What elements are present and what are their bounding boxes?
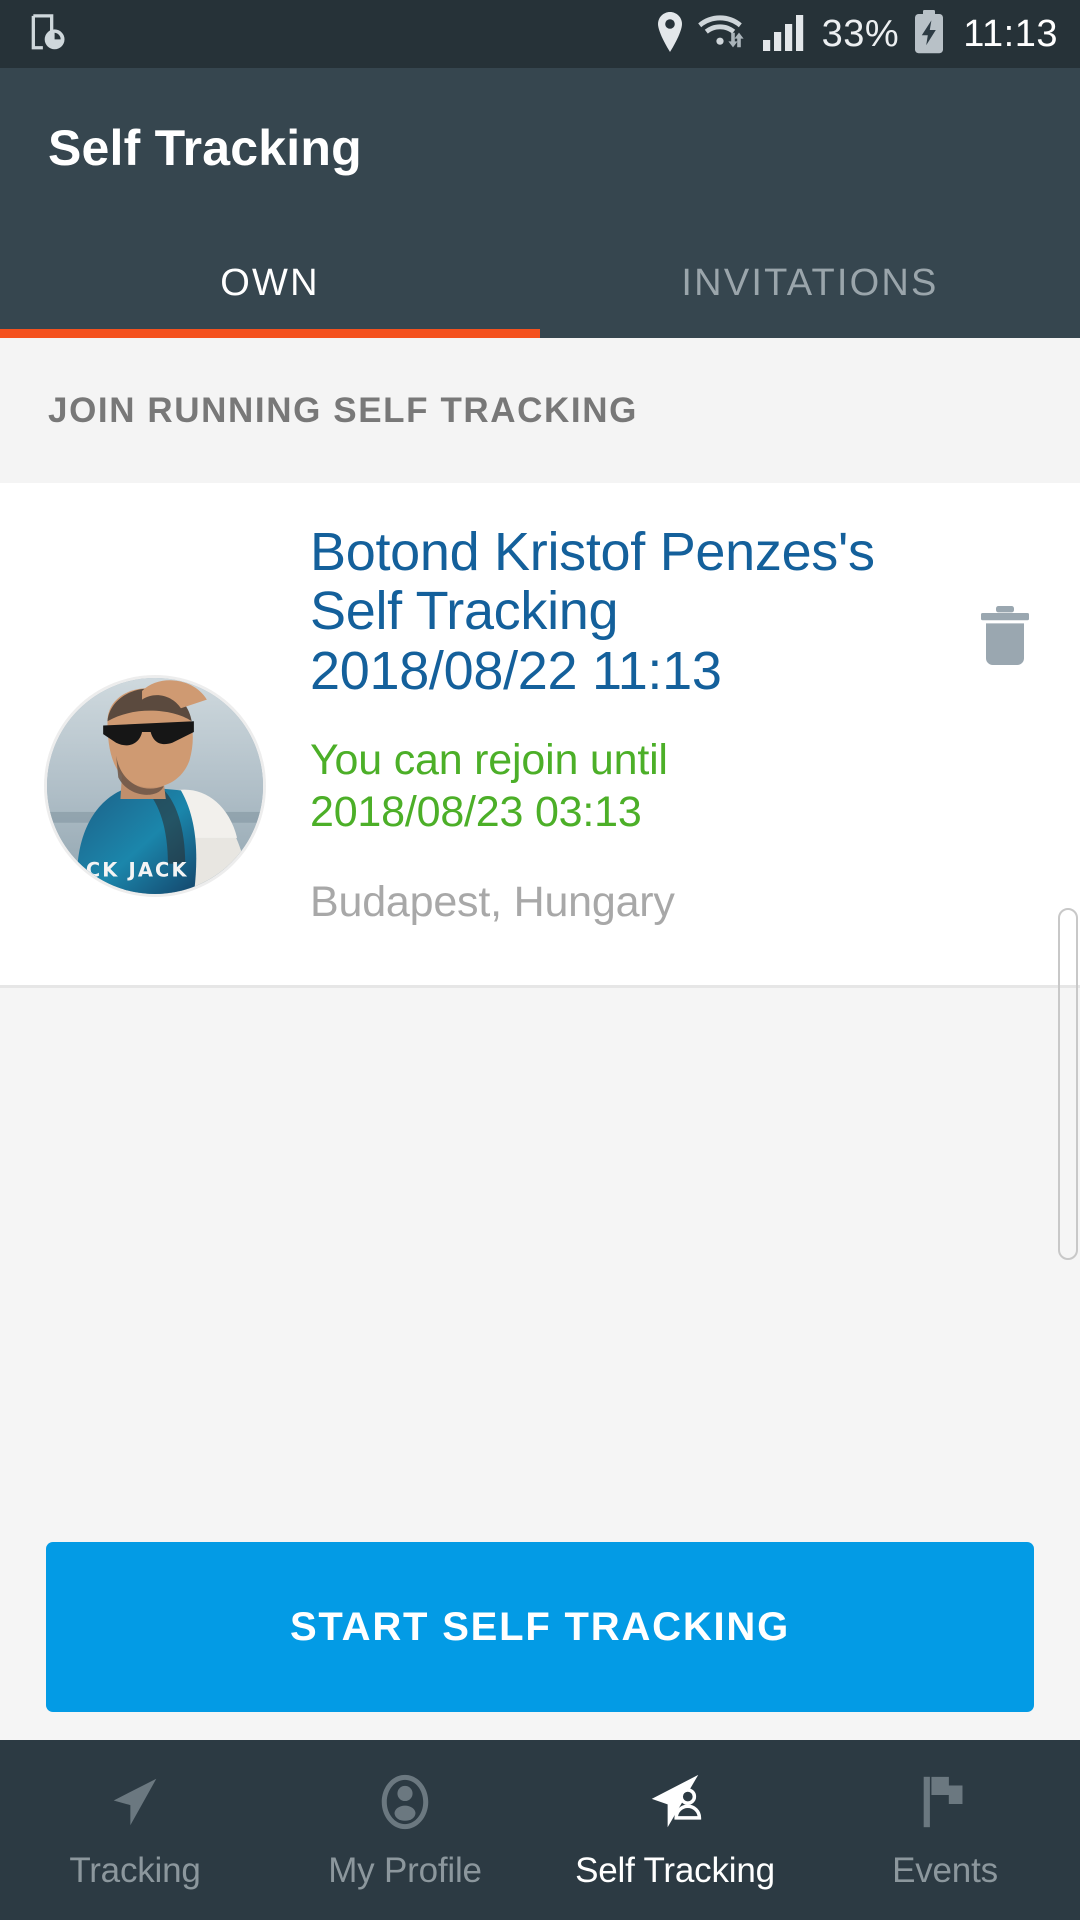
delete-column: [930, 523, 1080, 927]
tab-invitations[interactable]: INVITATIONS: [540, 228, 1080, 338]
status-bar-left: [26, 9, 70, 60]
tab-bar: OWN INVITATIONS: [0, 228, 1080, 338]
nav-item-events[interactable]: Events: [810, 1769, 1080, 1891]
tab-indicator: [0, 329, 540, 338]
nav-item-self-tracking[interactable]: Self Tracking: [540, 1769, 810, 1891]
nav-item-tracking[interactable]: Tracking: [0, 1769, 270, 1891]
nav-label-my-profile: My Profile: [328, 1851, 482, 1890]
start-self-tracking-button[interactable]: START SELF TRACKING: [46, 1542, 1034, 1712]
nav-label-self-tracking: Self Tracking: [575, 1851, 775, 1890]
device-clock-icon: [26, 9, 70, 60]
nav-label-events: Events: [892, 1851, 998, 1890]
flag-icon: [912, 1769, 978, 1835]
app-bar: Self Tracking OWN INVITATIONS: [0, 68, 1080, 338]
navigation-arrow-icon: [102, 1769, 168, 1835]
rejoin-notice: You can rejoin until 2018/08/23 03:13: [310, 736, 668, 836]
self-tracking-list-item[interactable]: CK JACK Botond Kristof Penzes's Self Tra…: [0, 483, 1080, 989]
bottom-navigation: Tracking My Profile Self Tracking Events: [0, 1740, 1080, 1920]
status-bar-clock: 11:13: [963, 12, 1058, 55]
avatar: CK JACK: [44, 675, 266, 897]
section-header: JOIN RUNNING SELF TRACKING: [0, 338, 1080, 483]
svg-text:CK JACK: CK JACK: [86, 859, 189, 882]
avatar-column: CK JACK: [0, 523, 310, 927]
person-icon: [372, 1769, 438, 1835]
content-area: CK JACK Botond Kristof Penzes's Self Tra…: [0, 483, 1080, 1740]
location-pin-icon: [656, 11, 684, 57]
battery-percent-label: 33%: [821, 12, 900, 55]
tab-own[interactable]: OWN: [0, 228, 540, 338]
trash-icon[interactable]: [978, 605, 1032, 667]
scrollbar-thumb[interactable]: [1058, 908, 1078, 1260]
card-body: Botond Kristof Penzes's Self Tracking 20…: [310, 522, 930, 927]
status-bar: 33% 11:13: [0, 0, 1080, 68]
section-header-label: JOIN RUNNING SELF TRACKING: [48, 390, 638, 430]
nav-item-my-profile[interactable]: My Profile: [270, 1769, 540, 1891]
location-label: Budapest, Hungary: [310, 878, 675, 927]
page-title: Self Tracking: [48, 120, 362, 176]
app-root: 33% 11:13 Self Tracking OWN INVITATIONS …: [0, 0, 1080, 1920]
wifi-icon: [697, 12, 748, 57]
tracking-title[interactable]: Botond Kristof Penzes's Self Tracking 20…: [310, 522, 880, 701]
nav-label-tracking: Tracking: [69, 1851, 201, 1890]
cellular-signal-icon: [762, 12, 808, 57]
navigation-arrow-person-icon: [642, 1769, 708, 1835]
battery-charging-icon: [913, 9, 945, 59]
cta-container: START SELF TRACKING: [0, 1542, 1080, 1712]
app-bar-title-row: Self Tracking: [0, 68, 1080, 228]
status-bar-right: 33% 11:13: [656, 9, 1058, 59]
